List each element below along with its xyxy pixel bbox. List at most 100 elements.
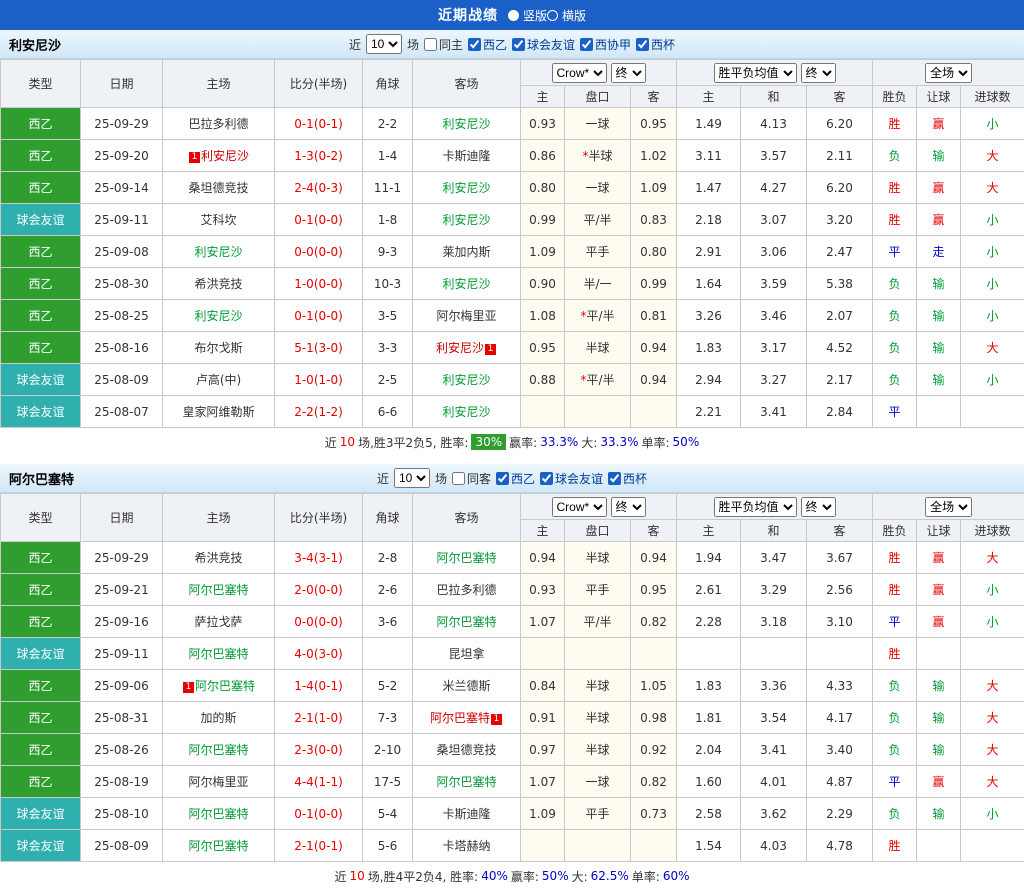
team-name[interactable]: 艾科坎 (200, 213, 236, 227)
league-type: 西乙 (1, 268, 81, 300)
column-header: 日期 (81, 494, 163, 542)
league-checkbox[interactable]: 西乙 (468, 36, 507, 53)
odds-away-cell (631, 396, 677, 428)
avg-time-select[interactable]: 终 (801, 63, 836, 83)
team-name[interactable]: 利安尼沙 (194, 245, 242, 259)
table-row: 西乙25-08-30希洪竞技1-0(0-0)10-3利安尼沙0.90半/一0.9… (1, 268, 1024, 300)
avg-away-cell (807, 638, 873, 670)
team-name[interactable]: 阿尔巴塞特 (195, 679, 255, 693)
team-name[interactable]: 阿尔梅里亚 (188, 775, 248, 789)
result-cell: 负 (873, 332, 917, 364)
league-type: 球会友谊 (1, 638, 81, 670)
team-name[interactable]: 布尔戈斯 (194, 341, 242, 355)
match-count-select[interactable]: 10 (394, 468, 430, 488)
avg-draw-cell: 3.54 (741, 702, 807, 734)
avg-odds-select[interactable]: 胜平负均值 (714, 497, 797, 517)
section-header-bar: 利安尼沙 近10场同主西乙球会友谊西协甲西杯 (0, 30, 1024, 59)
team-name[interactable]: 利安尼沙 (442, 213, 490, 227)
odds-company-select[interactable]: Crow* (552, 63, 607, 83)
league-checkbox[interactable]: 西杯 (608, 470, 647, 487)
sub-column-header: 客 (631, 86, 677, 108)
team-name[interactable]: 卢高(中) (196, 373, 241, 387)
away-team-cell: 卡塔赫纳 (413, 830, 521, 862)
handicap-cell (565, 830, 631, 862)
team-name[interactable]: 利安尼沙 (442, 277, 490, 291)
league-type: 西乙 (1, 606, 81, 638)
league-checkbox[interactable]: 球会友谊 (512, 36, 575, 53)
team-name[interactable]: 阿尔巴塞特 (436, 775, 496, 789)
sub-column-header: 客 (807, 86, 873, 108)
team-name[interactable]: 利安尼沙 (194, 309, 242, 323)
avg-away-cell: 2.07 (807, 300, 873, 332)
team-name[interactable]: 桑坦德竞技 (188, 181, 248, 195)
team-name[interactable]: 卡斯迪隆 (442, 807, 490, 821)
avg-draw-cell: 3.62 (741, 798, 807, 830)
score-cell: 1-4(0-1) (275, 670, 363, 702)
score-cell: 0-1(0-0) (275, 300, 363, 332)
team-name[interactable]: 卡斯迪隆 (442, 149, 490, 163)
team-name[interactable]: 加的斯 (200, 711, 236, 725)
team-name[interactable]: 阿尔巴塞特 (436, 615, 496, 629)
team-name[interactable]: 利安尼沙 (442, 373, 490, 387)
corner-cell: 5-2 (363, 670, 413, 702)
goals-result-cell: 小 (961, 204, 1024, 236)
filter-controls: 近10场同客西乙球会友谊西杯 (377, 468, 647, 488)
team-name[interactable]: 桑坦德竞技 (436, 743, 496, 757)
team-name[interactable]: 阿尔巴塞特 (188, 743, 248, 757)
league-checkbox[interactable]: 西协甲 (580, 36, 631, 53)
team-name[interactable]: 利安尼沙 (442, 117, 490, 131)
team-name[interactable]: 阿尔巴塞特 (436, 551, 496, 565)
league-checkbox[interactable]: 球会友谊 (540, 470, 603, 487)
team-name[interactable]: 萨拉戈萨 (194, 615, 242, 629)
match-date: 25-08-30 (81, 268, 163, 300)
radio-horizontal[interactable]: 横版 (547, 7, 586, 24)
match-date: 25-08-26 (81, 734, 163, 766)
team-name[interactable]: 阿尔巴塞特 (188, 647, 248, 661)
same-venue-checkbox[interactable]: 同主 (424, 36, 463, 53)
team-name[interactable]: 利安尼沙 (442, 181, 490, 195)
team-name[interactable]: 阿尔梅里亚 (436, 309, 496, 323)
avg-time-select[interactable]: 终 (801, 497, 836, 517)
team-name[interactable]: 利安尼沙 (442, 405, 490, 419)
team-name[interactable]: 阿尔巴塞特 (430, 711, 490, 725)
avg-odds-select[interactable]: 胜平负均值 (714, 63, 797, 83)
team-name[interactable]: 阿尔巴塞特 (188, 583, 248, 597)
stats-footer: 近10场,胜3平2负5, 胜率:30%赢率:33.3%大:33.3%单率:50% (0, 428, 1024, 456)
league-checkbox[interactable]: 西乙 (496, 470, 535, 487)
fulltime-select[interactable]: 全场 (925, 63, 972, 83)
team-name[interactable]: 希洪竞技 (194, 277, 242, 291)
team-name[interactable]: 利安尼沙 (436, 341, 484, 355)
table-row: 西乙25-08-19阿尔梅里亚4-4(1-1)17-5阿尔巴塞特1.07一球0.… (1, 766, 1024, 798)
away-team-cell: 阿尔巴塞特 (413, 542, 521, 574)
odds-time-select[interactable]: 终 (611, 63, 646, 83)
same-venue-checkbox[interactable]: 同客 (452, 470, 491, 487)
team-name[interactable]: 巴拉多利德 (436, 583, 496, 597)
result-cell: 平 (873, 766, 917, 798)
team-name[interactable]: 巴拉多利德 (188, 117, 248, 131)
match-count-select[interactable]: 10 (366, 34, 402, 54)
odds-company-select[interactable]: Crow* (552, 497, 607, 517)
handicap-cell: 一球 (565, 766, 631, 798)
sub-column-header: 主 (677, 520, 741, 542)
team-name[interactable]: 阿尔巴塞特 (188, 807, 248, 821)
avg-away-cell: 4.78 (807, 830, 873, 862)
team-name[interactable]: 米兰德斯 (442, 679, 490, 693)
team-name[interactable]: 卡塔赫纳 (442, 839, 490, 853)
team-name[interactable]: 昆坦拿 (448, 647, 484, 661)
away-team-cell: 阿尔巴塞特1 (413, 702, 521, 734)
corner-cell: 2-5 (363, 364, 413, 396)
radio-vertical[interactable]: 竖版 (508, 7, 547, 24)
handicap-cell (565, 638, 631, 670)
odds-time-select[interactable]: 终 (611, 497, 646, 517)
team-name[interactable]: 皇家阿维勒斯 (182, 405, 254, 419)
away-team-cell: 利安尼沙 (413, 108, 521, 140)
odds-away-cell: 0.82 (631, 766, 677, 798)
fulltime-select[interactable]: 全场 (925, 497, 972, 517)
team-name[interactable]: 莱加内斯 (442, 245, 490, 259)
away-team-cell: 莱加内斯 (413, 236, 521, 268)
avg-away-cell: 5.38 (807, 268, 873, 300)
league-checkbox[interactable]: 西杯 (636, 36, 675, 53)
team-name[interactable]: 希洪竞技 (194, 551, 242, 565)
team-name[interactable]: 利安尼沙 (201, 149, 249, 163)
team-name[interactable]: 阿尔巴塞特 (188, 839, 248, 853)
